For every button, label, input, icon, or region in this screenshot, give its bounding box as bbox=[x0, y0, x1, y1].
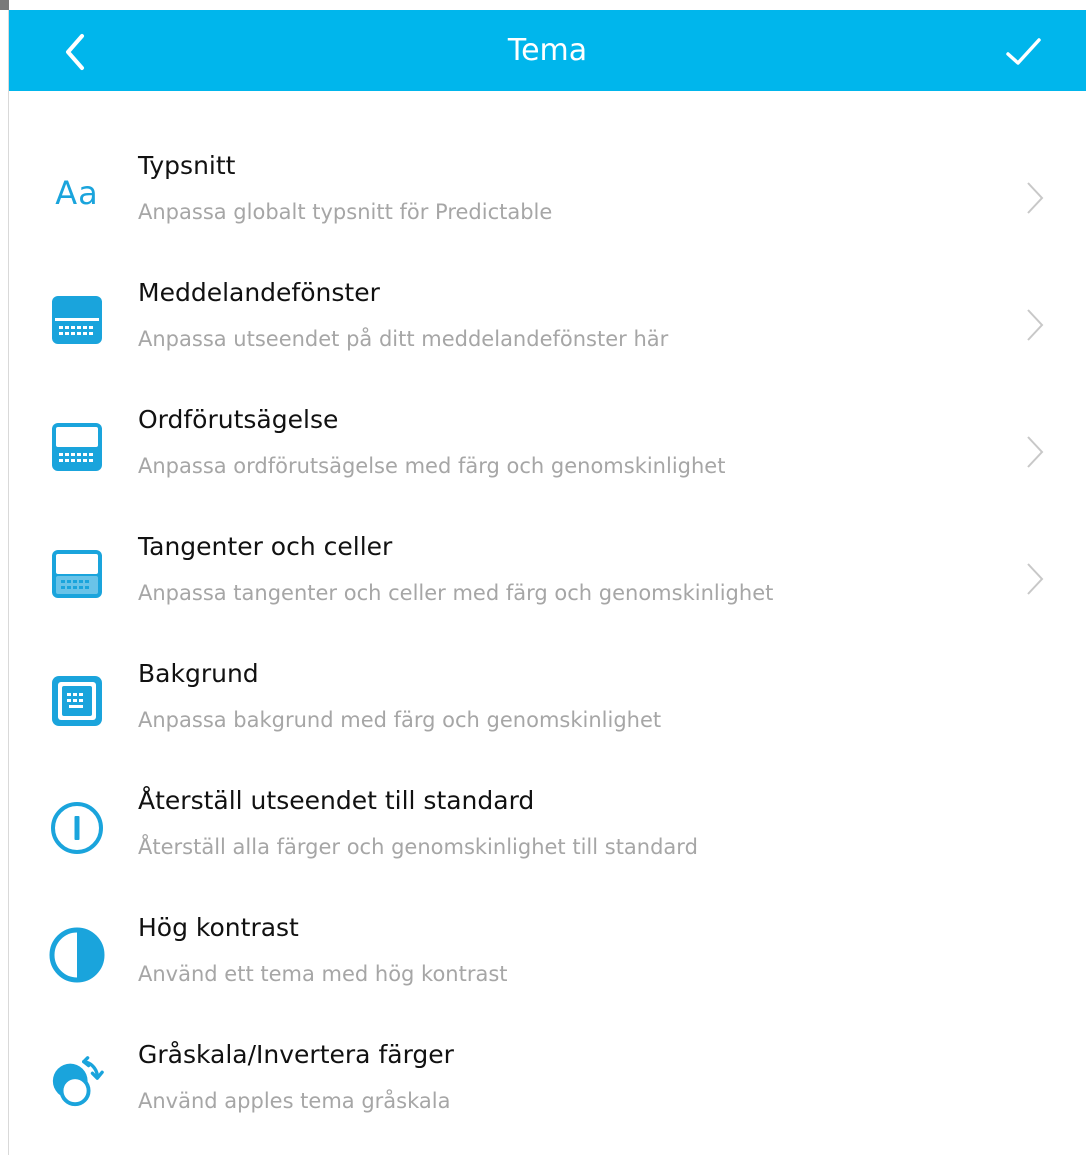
row-label: Hög kontrast bbox=[138, 913, 299, 942]
reset-icon bbox=[49, 800, 105, 856]
checkmark-icon bbox=[1006, 38, 1041, 65]
corner-mark bbox=[0, 0, 9, 10]
settings-row-keys-cells[interactable]: Tangenter och celler Anpassa tangenter o… bbox=[9, 508, 1086, 635]
row-label: Återställ utseendet till standard bbox=[138, 786, 535, 815]
settings-row-message-window[interactable]: Meddelandefönster Anpassa utseendet på d… bbox=[9, 254, 1086, 381]
font-aa-icon-text: Aa bbox=[55, 174, 99, 212]
settings-row-reset[interactable]: Återställ utseendet till standard Återst… bbox=[9, 762, 1086, 889]
row-subtitle: Anpassa bakgrund med färg och genomskinl… bbox=[138, 708, 662, 732]
settings-row-word-prediction[interactable]: Ordförutsägelse Anpassa ordförutsägelse … bbox=[9, 381, 1086, 508]
row-label: Gråskala/Invertera färger bbox=[138, 1040, 454, 1069]
settings-row-background[interactable]: Bakgrund Anpassa bakgrund med färg och g… bbox=[9, 635, 1086, 762]
settings-row-high-contrast[interactable]: Hög kontrast Använd ett tema med hög kon… bbox=[9, 889, 1086, 1016]
word-prediction-icon bbox=[49, 419, 105, 475]
chevron-right-icon bbox=[1027, 436, 1044, 468]
chevron-right-icon bbox=[1027, 563, 1044, 595]
row-subtitle: Anpassa ordförutsägelse med färg och gen… bbox=[138, 454, 726, 478]
row-subtitle: Anpassa utseendet på ditt meddelandeföns… bbox=[138, 327, 669, 351]
settings-row-font[interactable]: Aa Typsnitt Anpassa globalt typsnitt för… bbox=[9, 127, 1086, 254]
high-contrast-icon bbox=[49, 927, 105, 983]
left-edge-strip bbox=[0, 0, 9, 1155]
done-button[interactable] bbox=[1002, 30, 1046, 74]
row-subtitle: Anpassa tangenter och celler med färg oc… bbox=[138, 581, 774, 605]
row-subtitle: Anpassa globalt typsnitt för Predictable bbox=[138, 200, 553, 224]
navigation-bar: Tema bbox=[9, 10, 1086, 91]
background-icon bbox=[49, 673, 105, 729]
row-subtitle: Använd apples tema gråskala bbox=[138, 1089, 451, 1113]
keys-cells-icon bbox=[49, 546, 105, 602]
row-label: Ordförutsägelse bbox=[138, 405, 339, 434]
chevron-right-icon bbox=[1027, 182, 1044, 214]
row-subtitle: Återställ alla färger och genomskinlighe… bbox=[138, 835, 698, 859]
font-aa-icon: Aa bbox=[49, 165, 105, 221]
chevron-right-icon bbox=[1027, 309, 1044, 341]
page-title: Tema bbox=[507, 33, 588, 68]
back-button[interactable] bbox=[55, 30, 99, 74]
row-label: Tangenter och celler bbox=[138, 532, 393, 561]
message-window-icon bbox=[49, 292, 105, 348]
row-label: Meddelandefönster bbox=[138, 278, 380, 307]
row-label: Typsnitt bbox=[138, 151, 236, 180]
row-subtitle: Använd ett tema med hög kontrast bbox=[138, 962, 508, 986]
grayscale-invert-icon bbox=[49, 1054, 105, 1110]
row-label: Bakgrund bbox=[138, 659, 259, 688]
chevron-left-icon bbox=[66, 34, 84, 70]
settings-row-grayscale-invert[interactable]: Gråskala/Invertera färger Använd apples … bbox=[9, 1016, 1086, 1143]
